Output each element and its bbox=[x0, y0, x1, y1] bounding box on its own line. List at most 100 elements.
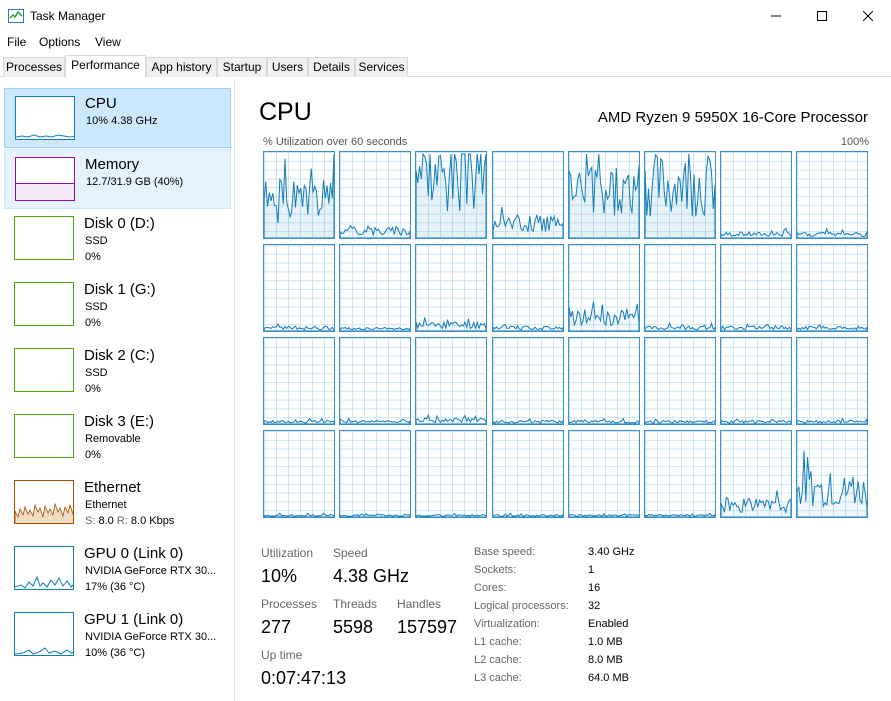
utilization-area bbox=[264, 512, 334, 517]
utilization-line bbox=[645, 512, 715, 517]
close-button[interactable] bbox=[845, 0, 891, 32]
utilization-line bbox=[416, 512, 487, 517]
utilization-area bbox=[721, 418, 792, 424]
detail-value: 3.40 GHz bbox=[588, 546, 635, 558]
utilization-area bbox=[797, 227, 868, 238]
utilization-line bbox=[797, 323, 868, 331]
utilization-area bbox=[340, 417, 411, 424]
logical-processor-graph bbox=[415, 430, 488, 518]
detail-value: 16 bbox=[588, 582, 601, 594]
logical-processor-graph bbox=[339, 244, 412, 332]
threads-value: 5598 bbox=[333, 617, 374, 637]
handles-value: 157597 bbox=[397, 617, 458, 637]
sidebar-item-usage: 0% bbox=[85, 383, 101, 395]
tab-startup[interactable]: Startup bbox=[217, 57, 267, 77]
tab-app-history[interactable]: App history bbox=[146, 57, 217, 77]
utilization-area bbox=[721, 323, 792, 331]
utilization-line bbox=[492, 206, 563, 238]
ethernet-thumbnail-graph bbox=[14, 480, 74, 524]
menu-file[interactable]: File bbox=[7, 35, 26, 49]
detail-key: L3 cache: bbox=[474, 672, 522, 684]
sidebar-item-disk-2[interactable]: Disk 2 (C:) SSD 0% bbox=[4, 341, 231, 401]
sidebar-item-usage: 17% (36 °C) bbox=[85, 581, 146, 593]
sidebar-item-adapter: Ethernet bbox=[85, 499, 127, 511]
utilization-area bbox=[645, 321, 715, 331]
tab-services[interactable]: Services bbox=[355, 57, 408, 77]
utilization-line bbox=[721, 418, 792, 424]
utilization-line bbox=[797, 450, 868, 517]
page-title: CPU bbox=[259, 98, 312, 126]
utilization-line bbox=[492, 417, 563, 424]
sidebar-item-disk-0[interactable]: Disk 0 (D:) SSD 0% bbox=[4, 209, 231, 269]
sidebar-item-disk-1[interactable]: Disk 1 (G:) SSD 0% bbox=[4, 275, 231, 335]
sidebar-item-gpu-0[interactable]: GPU 0 (Link 0) NVIDIA GeForce RTX 30... … bbox=[4, 539, 231, 599]
logical-processor-graph bbox=[644, 430, 716, 518]
utilization-label: Utilization bbox=[261, 546, 314, 560]
resource-sidebar: CPU 10% 4.38 GHz Memory 12.7/31.9 GB (40… bbox=[0, 78, 235, 701]
logical-processor-graph bbox=[491, 430, 564, 518]
utilization-line bbox=[264, 417, 334, 424]
disk-thumbnail-graph bbox=[14, 414, 74, 458]
logical-processor-graph bbox=[415, 151, 488, 239]
disk-thumbnail-graph bbox=[14, 348, 74, 392]
utilization-area bbox=[340, 224, 411, 238]
sidebar-item-title: Disk 0 (D:) bbox=[84, 215, 155, 232]
minimize-icon bbox=[771, 15, 781, 17]
logical-processor-graph bbox=[263, 430, 335, 518]
tab-performance[interactable]: Performance bbox=[65, 55, 146, 78]
sidebar-item-type: SSD bbox=[85, 367, 108, 379]
menu-options[interactable]: Options bbox=[39, 35, 80, 49]
detail-key: Logical processors: bbox=[474, 600, 569, 612]
logical-processor-graph bbox=[720, 337, 793, 425]
utilization-line bbox=[340, 417, 411, 424]
title-bar[interactable]: Task Manager bbox=[0, 0, 891, 32]
utilization-area bbox=[492, 206, 563, 238]
logical-processor-graph bbox=[796, 151, 869, 239]
utilization-line bbox=[721, 323, 792, 331]
sidebar-item-title: GPU 1 (Link 0) bbox=[84, 611, 184, 628]
maximize-button[interactable] bbox=[799, 0, 845, 32]
handles-label: Handles bbox=[397, 597, 442, 611]
utilization-line bbox=[264, 323, 334, 331]
detail-value: 1.0 MB bbox=[588, 636, 623, 648]
processes-value: 277 bbox=[261, 617, 292, 637]
receive-value: 8.0 Kbps bbox=[130, 515, 175, 527]
speed-label: Speed bbox=[333, 546, 368, 560]
graph-axis-max: 100% bbox=[840, 136, 869, 148]
utilization-area bbox=[416, 413, 487, 424]
utilization-area bbox=[568, 301, 639, 331]
sidebar-item-title: Disk 3 (E:) bbox=[84, 413, 155, 430]
utilization-line bbox=[568, 301, 639, 331]
logical-processor-graph bbox=[644, 244, 716, 332]
menu-view[interactable]: View bbox=[95, 35, 121, 49]
utilization-line bbox=[721, 227, 792, 238]
disk-thumbnail-graph bbox=[14, 282, 74, 326]
sidebar-item-memory[interactable]: Memory 12.7/31.9 GB (40%) bbox=[4, 149, 231, 209]
utilization-area bbox=[416, 512, 487, 517]
sidebar-item-ethernet[interactable]: Ethernet Ethernet S: 8.0 R: 8.0 Kbps bbox=[4, 473, 231, 533]
tab-users[interactable]: Users bbox=[267, 57, 308, 77]
detail-key: Sockets: bbox=[474, 564, 517, 576]
tab-details[interactable]: Details bbox=[308, 57, 355, 77]
detail-value: 8.0 MB bbox=[588, 654, 623, 666]
utilization-line bbox=[797, 227, 868, 238]
sidebar-item-cpu[interactable]: CPU 10% 4.38 GHz bbox=[4, 88, 231, 148]
detail-value: 64.0 MB bbox=[588, 672, 629, 684]
gpu-thumbnail-graph bbox=[14, 546, 74, 590]
utilization-line bbox=[416, 152, 487, 238]
utilization-line bbox=[645, 153, 715, 238]
sidebar-item-disk-3[interactable]: Disk 3 (E:) Removable 0% bbox=[4, 407, 231, 467]
send-value: 8.0 bbox=[98, 515, 114, 527]
sidebar-item-usage: 0% bbox=[85, 251, 101, 263]
utilization-area bbox=[416, 152, 487, 238]
logical-processor-graph bbox=[491, 244, 564, 332]
sidebar-item-gpu-1[interactable]: GPU 1 (Link 0) NVIDIA GeForce RTX 30... … bbox=[4, 605, 231, 665]
cpu-thumbnail-graph bbox=[15, 96, 75, 140]
minimize-button[interactable] bbox=[753, 0, 799, 32]
tab-processes[interactable]: Processes bbox=[3, 57, 65, 77]
sidebar-item-detail: 10% 4.38 GHz bbox=[86, 115, 158, 127]
utilization-area bbox=[645, 512, 715, 517]
sidebar-item-usage: 10% (36 °C) bbox=[85, 647, 146, 659]
utilization-area bbox=[797, 417, 868, 424]
logical-processor-graph bbox=[567, 244, 640, 332]
